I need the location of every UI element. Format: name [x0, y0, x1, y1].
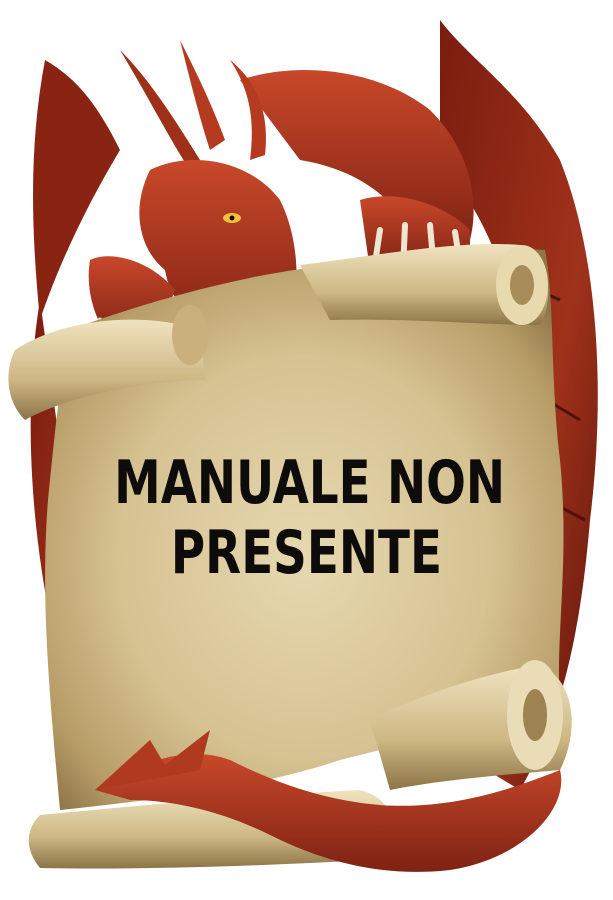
message-text: MANUALE NON PRESENTE	[114, 448, 506, 588]
message-line-2: PRESENTE	[170, 518, 442, 588]
message-line-1: MANUALE NON	[114, 448, 506, 518]
dragon-scroll-illustration: MANUALE NON PRESENTE	[0, 0, 613, 900]
